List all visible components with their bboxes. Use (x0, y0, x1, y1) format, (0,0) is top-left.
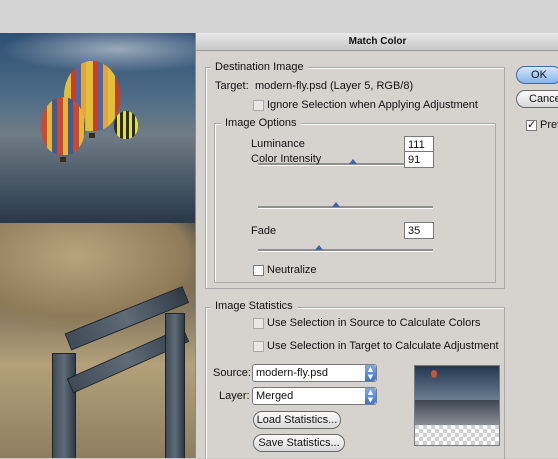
fence-post (52, 353, 76, 458)
layer-select-value: Merged (256, 390, 294, 402)
color-intensity-slider-track[interactable] (258, 206, 433, 209)
preview-checkbox[interactable] (526, 118, 537, 131)
source-thumbnail (414, 365, 500, 446)
document-canvas-image (0, 33, 195, 458)
source-select[interactable]: modern-fly.psd ▲ ▼ (252, 364, 377, 382)
fade-slider-track[interactable] (258, 249, 433, 252)
fade-slider-thumb[interactable] (315, 245, 323, 250)
luminance-label: Luminance (251, 138, 305, 150)
image-statistics-legend: Image Statistics (211, 300, 297, 313)
destination-image-legend: Destination Image (211, 61, 308, 74)
use-target-selection-checkbox[interactable] (253, 341, 264, 352)
fade-label: Fade (251, 225, 277, 237)
thumbnail-bridge (415, 400, 499, 425)
preview-label: Preview (540, 119, 558, 131)
ignore-selection-checkbox[interactable] (253, 100, 264, 111)
fade-input[interactable]: 35 (404, 222, 434, 239)
match-color-dialog: Match Color Destination Image Target: mo… (195, 33, 558, 459)
layer-select[interactable]: Merged ▲ ▼ (252, 387, 377, 405)
dialog-title: Match Color (196, 33, 558, 51)
use-source-selection-checkbox[interactable] (253, 318, 264, 329)
color-intensity-input[interactable]: 91 (404, 151, 434, 168)
hot-air-balloon-small (114, 111, 138, 139)
neutralize-label: Neutralize (267, 264, 317, 276)
target-label: Target: (215, 80, 249, 92)
use-target-selection-label: Use Selection in Target to Calculate Adj… (267, 340, 499, 352)
balloon-basket (60, 157, 66, 162)
up-down-arrows-icon: ▲ ▼ (365, 388, 376, 404)
source-label: Source: (213, 367, 251, 379)
layer-label: Layer: (219, 390, 250, 402)
thumbnail-balloon (431, 370, 437, 378)
app-chrome-strip (0, 0, 558, 33)
load-statistics-button[interactable]: Load Statistics... (253, 411, 341, 429)
luminance-slider-thumb[interactable] (349, 159, 357, 164)
up-down-arrows-icon: ▲ ▼ (365, 365, 376, 381)
thumbnail-sky (415, 366, 499, 400)
ok-button[interactable]: OK (516, 66, 558, 84)
target-value: modern-fly.psd (Layer 5, RGB/8) (255, 80, 414, 92)
fence-post (165, 313, 185, 458)
color-intensity-slider-thumb[interactable] (332, 202, 340, 207)
neutralize-checkbox[interactable] (253, 265, 264, 276)
cancel-button[interactable]: Cancel (516, 90, 558, 108)
save-statistics-button[interactable]: Save Statistics... (253, 434, 345, 452)
ignore-selection-label: Ignore Selection when Applying Adjustmen… (267, 99, 478, 111)
image-options-legend: Image Options (221, 117, 301, 130)
color-intensity-label: Color Intensity (251, 153, 322, 165)
thumbnail-transparency (415, 425, 499, 445)
balloon-basket (89, 133, 95, 138)
source-select-value: modern-fly.psd (256, 367, 328, 379)
hot-air-balloon-medium (41, 97, 85, 155)
use-source-selection-label: Use Selection in Source to Calculate Col… (267, 317, 481, 329)
